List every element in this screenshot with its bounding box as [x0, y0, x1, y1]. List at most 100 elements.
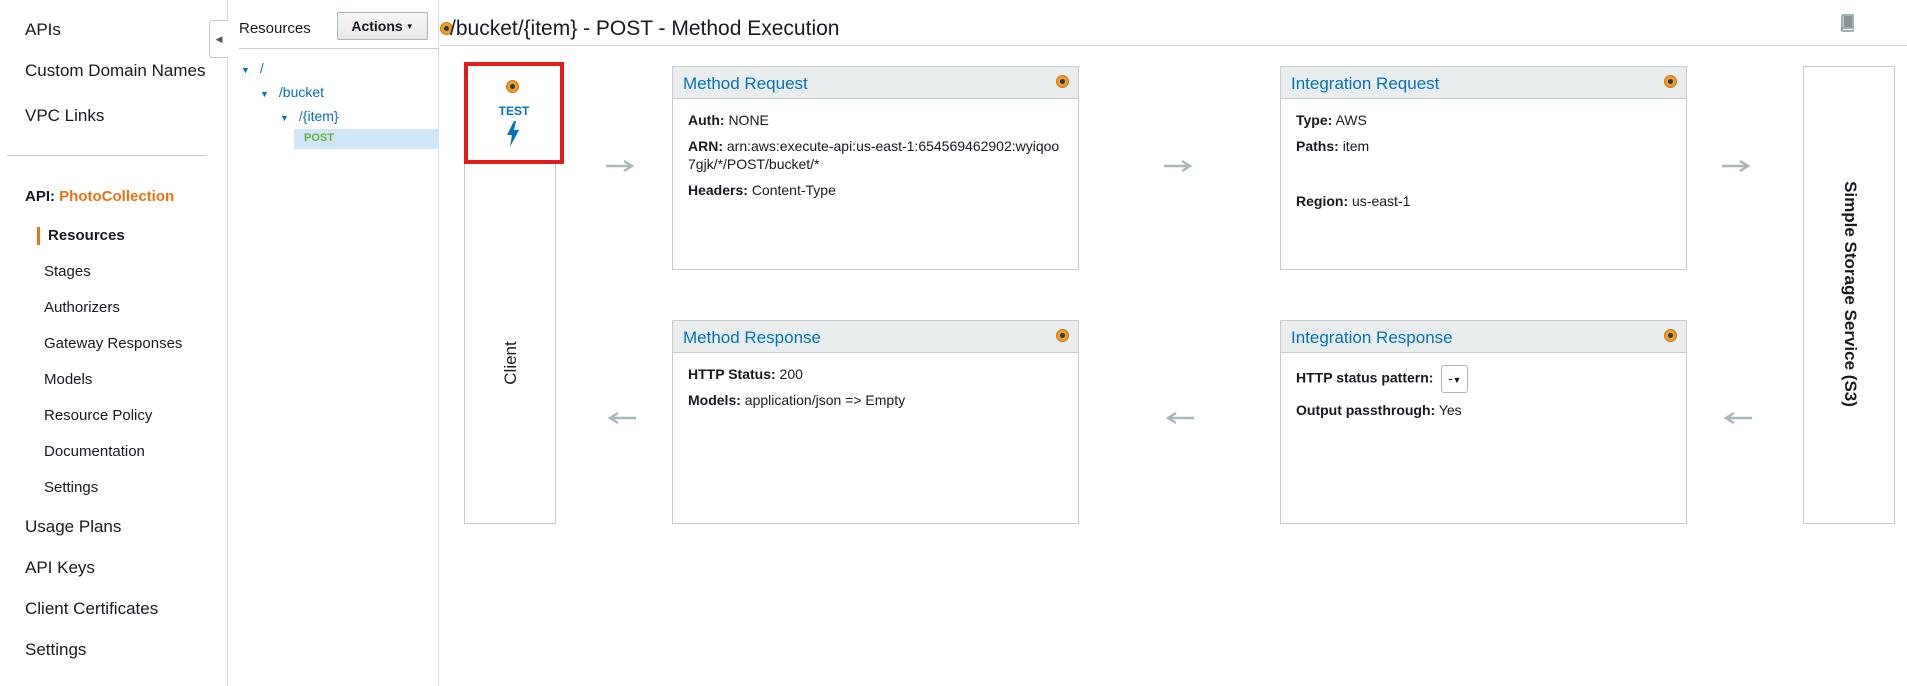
page-header: /bucket/{item} - POST - Method Execution — [440, 14, 1907, 46]
headers-value: Content-Type — [751, 182, 836, 198]
models-row: Models: application/json => Empty — [688, 391, 1063, 409]
documentation-book-icon[interactable] — [1839, 14, 1855, 32]
headers-row: Headers: Content-Type — [688, 181, 1063, 199]
nav-item-resource-policy[interactable]: Resource Policy — [44, 407, 152, 424]
nav-item-documentation[interactable]: Documentation — [44, 443, 145, 460]
expand-triangle-icon: ▼ — [241, 65, 250, 75]
auth-label: Auth: — [688, 112, 725, 128]
expand-triangle-icon: ▼ — [280, 113, 289, 123]
passthrough-value: Yes — [1438, 402, 1462, 418]
backend-label: Simple Storage Service (S3) — [1841, 181, 1860, 407]
api-prefix: API: — [25, 188, 55, 205]
nav-item-gateway-responses[interactable]: Gateway Responses — [44, 335, 182, 352]
active-indicator — [37, 227, 40, 245]
type-value: AWS — [1335, 112, 1367, 128]
region-row: Region: us-east-1 — [1296, 192, 1671, 210]
arn-label: ARN: — [688, 138, 723, 154]
tree-node-bucket[interactable]: ▼ /bucket — [260, 84, 324, 100]
method-request-header[interactable]: Method Request — [673, 67, 1078, 99]
tree-node-label: /bucket — [278, 84, 325, 100]
method-response-card: Method Response HTTP Status: 200 Models:… — [672, 320, 1079, 524]
passthrough-row: Output passthrough: Yes — [1296, 401, 1671, 419]
expand-triangle-icon: ▼ — [260, 89, 269, 99]
lightning-bolt-icon — [507, 121, 519, 147]
integration-request-title[interactable]: Integration Request — [1291, 74, 1439, 94]
nav-item-vpc-links[interactable]: VPC Links — [25, 106, 104, 126]
nav-item-client-certificates[interactable]: Client Certificates — [25, 599, 158, 619]
nav-item-models[interactable]: Models — [44, 371, 92, 388]
type-row: Type: AWS — [1296, 111, 1671, 129]
models-value: application/json => Empty — [744, 392, 906, 408]
caret-left-icon: ◀ — [215, 33, 223, 44]
http-status-label: HTTP Status: — [688, 366, 776, 382]
models-label: Models: — [688, 392, 741, 408]
actions-label: Actions — [351, 18, 403, 34]
api-name-label: API: PhotoCollection — [25, 188, 174, 205]
nav-item-custom-domain-names[interactable]: Custom Domain Names — [25, 61, 205, 81]
nav-item-authorizers[interactable]: Authorizers — [44, 299, 120, 316]
status-pattern-label: HTTP status pattern: — [1296, 369, 1434, 386]
status-dot-icon — [506, 80, 519, 93]
integration-response-header[interactable]: Integration Response — [1281, 321, 1686, 353]
arrow-left-icon — [1165, 411, 1194, 425]
auth-value: NONE — [728, 112, 769, 128]
api-name-link[interactable]: PhotoCollection — [59, 188, 174, 205]
nav-divider — [7, 155, 207, 156]
nav-item-apis[interactable]: APIs — [25, 20, 61, 40]
nav-item-stages[interactable]: Stages — [44, 263, 91, 280]
arn-value: arn:aws:execute-api:us-east-1:6545694629… — [688, 138, 1060, 172]
status-dot-icon — [1056, 75, 1069, 88]
method-request-card: Method Request Auth: NONE ARN: arn:aws:e… — [672, 66, 1079, 270]
nav-item-api-settings[interactable]: Settings — [44, 479, 98, 496]
resources-title: Resources — [239, 20, 311, 37]
arrow-left-icon — [607, 411, 636, 425]
integration-request-header[interactable]: Integration Request — [1281, 67, 1686, 99]
region-value: us-east-1 — [1352, 193, 1411, 209]
test-label: TEST — [498, 104, 530, 118]
integration-response-card: Integration Response HTTP status pattern… — [1280, 320, 1687, 524]
caret-down-icon: ▼ — [405, 21, 414, 31]
arrow-right-icon — [1164, 159, 1193, 173]
method-request-title[interactable]: Method Request — [683, 74, 808, 94]
collapse-nav-button[interactable]: ◀ — [209, 20, 228, 58]
method-response-title[interactable]: Method Response — [683, 328, 821, 348]
status-dot-icon — [1056, 329, 1069, 342]
status-dot-icon — [1664, 75, 1677, 88]
method-response-body: HTTP Status: 200 Models: application/jso… — [673, 353, 1078, 429]
left-navigation: APIs Custom Domain Names VPC Links API: … — [0, 0, 228, 686]
backend-column: Simple Storage Service (S3) — [1803, 66, 1895, 524]
integration-response-title[interactable]: Integration Response — [1291, 328, 1453, 348]
arrow-right-icon — [1722, 159, 1751, 173]
auth-row: Auth: NONE — [688, 111, 1063, 129]
status-pattern-row: HTTP status pattern: -▼ — [1296, 365, 1671, 393]
http-status-value: 200 — [779, 366, 803, 382]
resources-panel: Resources Actions ▼ ▼ / ▼ /bucket ▼/{item}… — [229, 0, 439, 686]
nav-item-settings[interactable]: Settings — [25, 640, 86, 660]
nav-item-usage-plans[interactable]: Usage Plans — [25, 517, 121, 537]
test-button[interactable]: TEST — [464, 62, 564, 164]
paths-label: Paths: — [1296, 138, 1339, 154]
http-status-row: HTTP Status: 200 — [688, 365, 1063, 383]
arrow-left-icon — [1723, 411, 1752, 425]
method-request-body: Auth: NONE ARN: arn:aws:execute-api:us-e… — [673, 99, 1078, 219]
arrow-right-icon — [606, 159, 635, 173]
paths-value: item — [1342, 138, 1370, 154]
tree-node-root[interactable]: ▼ / — [241, 60, 264, 76]
status-pattern-select[interactable]: -▼ — [1441, 365, 1469, 393]
integration-response-body: HTTP status pattern: -▼ Output passthrou… — [1281, 353, 1686, 439]
passthrough-label: Output passthrough: — [1296, 402, 1436, 418]
integration-request-card: Integration Request Type: AWS Paths: ite… — [1280, 66, 1687, 270]
resources-divider — [239, 48, 439, 49]
tree-node-item[interactable]: ▼ /{item} — [280, 108, 339, 124]
method-response-header[interactable]: Method Response — [673, 321, 1078, 353]
nav-item-resources[interactable]: Resources — [48, 227, 125, 244]
paths-row: Paths: item — [1296, 137, 1671, 155]
tree-node-post-method[interactable]: POST — [294, 129, 439, 149]
integration-request-body: Type: AWS Paths: item Region: us-east-1 — [1281, 99, 1686, 230]
page-title: /bucket/{item} - POST - Method Execution — [450, 17, 840, 40]
headers-label: Headers: — [688, 182, 748, 198]
nav-item-api-keys[interactable]: API Keys — [25, 558, 95, 578]
actions-button[interactable]: Actions ▼ — [337, 12, 428, 40]
arn-row: ARN: arn:aws:execute-api:us-east-1:65456… — [688, 137, 1063, 173]
client-label: Client — [501, 341, 520, 385]
